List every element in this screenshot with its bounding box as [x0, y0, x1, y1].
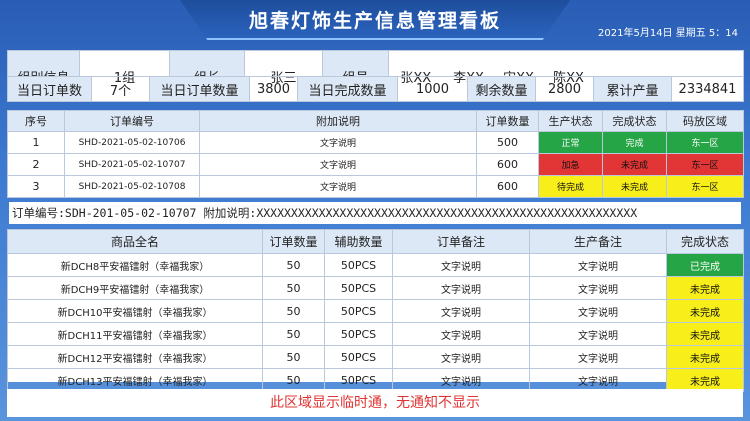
cell-done-status: 未完成 [602, 153, 667, 176]
cell-status: 未完成 [666, 276, 744, 300]
orders-panel: 序号 订单编号 附加说明 订单数量 生产状态 完成状态 码放区域 1 SHD-2… [7, 110, 744, 198]
cell-aux-qty: 50PCS [324, 322, 393, 346]
cell-area: 东一区 [666, 153, 744, 176]
cell-status: 未完成 [666, 299, 744, 323]
col-header-qty: 订单数量 [476, 110, 539, 132]
table-row[interactable]: 新DCH9平安福镭射（幸福我家） 50 50PCS 文字说明 文字说明 未完成 [7, 276, 744, 300]
cell-order-qty: 50 [262, 322, 325, 346]
cell-aux-qty: 50PCS [324, 276, 393, 300]
cell-status: 未完成 [666, 322, 744, 346]
today-done-value: 1000 [397, 76, 468, 102]
col-header-done-status: 完成状态 [602, 110, 667, 132]
page-title: 旭春灯饰生产信息管理看板 [248, 10, 501, 32]
col-header-aux-qty: 辅助数量 [324, 229, 393, 254]
col-header-order-no: 订单编号 [64, 110, 200, 132]
table-row[interactable]: 新DCH8平安福镭射（幸福我家） 50 50PCS 文字说明 文字说明 已完成 [7, 253, 744, 277]
cell-order-qty: 50 [262, 299, 325, 323]
col-header-seq: 序号 [7, 110, 65, 132]
today-done-label: 当日完成数量 [297, 76, 398, 102]
cell-order-note: 文字说明 [392, 345, 530, 369]
col-header-prod-note: 生产备注 [529, 229, 667, 254]
table-row[interactable]: 新DCH11平安福镭射（幸福我家） 50 50PCS 文字说明 文字说明 未完成 [7, 322, 744, 346]
col-header-area: 码放区域 [666, 110, 744, 132]
cell-note: 文字说明 [199, 131, 477, 154]
cell-seq: 1 [7, 131, 65, 154]
notice-banner: 此区域显示临时通，无通知不显示 [7, 389, 743, 417]
cell-prod-status: 加急 [538, 153, 603, 176]
cell-qty: 500 [476, 131, 539, 154]
today-qty-label: 当日订单数量 [149, 76, 250, 102]
cell-done-status: 完成 [602, 131, 667, 154]
cell-order-note: 文字说明 [392, 253, 530, 277]
cell-area: 东一区 [666, 131, 744, 154]
cell-order-no: SHD-2021-05-02-10708 [64, 175, 200, 198]
cell-order-note: 文字说明 [392, 299, 530, 323]
cell-note: 文字说明 [199, 153, 477, 176]
cell-order-no: SHD-2021-05-02-10707 [64, 153, 200, 176]
cell-area: 东一区 [666, 175, 744, 198]
cell-order-no: SHD-2021-05-02-10706 [64, 131, 200, 154]
cell-status: 已完成 [666, 253, 744, 277]
cell-order-note: 文字说明 [392, 276, 530, 300]
cell-aux-qty: 50PCS [324, 345, 393, 369]
today-qty-value: 3800 [249, 76, 298, 102]
cell-prod-status: 正常 [538, 131, 603, 154]
table-row[interactable]: 2 SHD-2021-05-02-10707 文字说明 600 加急 未完成 东… [7, 153, 744, 176]
order-detail-line: 订单编号:SDH-201-05-02-10707 附加说明:XXXXXXXXXX… [9, 202, 741, 224]
cell-product-name: 新DCH8平安福镭射（幸福我家） [7, 253, 263, 277]
cell-prod-note: 文字说明 [529, 322, 667, 346]
remaining-value: 2800 [535, 76, 594, 102]
table-row[interactable]: 3 SHD-2021-05-02-10708 文字说明 600 待完成 未完成 … [7, 175, 744, 198]
table-row[interactable]: 新DCH10平安福镭射（幸福我家） 50 50PCS 文字说明 文字说明 未完成 [7, 299, 744, 323]
cell-product-name: 新DCH9平安福镭射（幸福我家） [7, 276, 263, 300]
cell-qty: 600 [476, 153, 539, 176]
cell-prod-note: 文字说明 [529, 253, 667, 277]
cell-prod-note: 文字说明 [529, 299, 667, 323]
cell-note: 文字说明 [199, 175, 477, 198]
col-header-product-name: 商品全名 [7, 229, 263, 254]
group-info-panel: 组别信息 1组 组长 张三 组员 张XX 李XX 宋XX 陈XX 当日订单数 7… [7, 50, 744, 102]
table-row[interactable]: 1 SHD-2021-05-02-10706 文字说明 500 正常 完成 东一… [7, 131, 744, 154]
header-bar: 旭春灯饰生产信息管理看板 2021年5月14日 星期五 5：14 [0, 0, 750, 44]
cell-order-note: 文字说明 [392, 322, 530, 346]
cell-done-status: 未完成 [602, 175, 667, 198]
col-header-status: 完成状态 [666, 229, 744, 254]
products-panel: 商品全名 订单数量 辅助数量 订单备注 生产备注 完成状态 新DCH8平安福镭射… [7, 229, 744, 392]
cell-order-qty: 50 [262, 276, 325, 300]
col-header-order-note: 订单备注 [392, 229, 530, 254]
today-orders-value: 7个 [91, 76, 150, 102]
cell-qty: 600 [476, 175, 539, 198]
cell-aux-qty: 50PCS [324, 253, 393, 277]
table-row[interactable]: 新DCH12平安福镭射（幸福我家） 50 50PCS 文字说明 文字说明 未完成 [7, 345, 744, 369]
cell-prod-status: 待完成 [538, 175, 603, 198]
cell-product-name: 新DCH11平安福镭射（幸福我家） [7, 322, 263, 346]
cell-aux-qty: 50PCS [324, 299, 393, 323]
today-orders-label: 当日订单数 [7, 76, 92, 102]
cell-prod-note: 文字说明 [529, 345, 667, 369]
col-header-prod-status: 生产状态 [538, 110, 603, 132]
cell-prod-note: 文字说明 [529, 276, 667, 300]
cell-order-qty: 50 [262, 345, 325, 369]
cell-order-qty: 50 [262, 253, 325, 277]
cumulative-label: 累计产量 [593, 76, 672, 102]
remaining-label: 剩余数量 [467, 76, 536, 102]
cumulative-value: 2334841 [671, 76, 744, 102]
datetime-display: 2021年5月14日 星期五 5：14 [598, 28, 738, 39]
cell-product-name: 新DCH12平安福镭射（幸福我家） [7, 345, 263, 369]
col-header-order-qty: 订单数量 [262, 229, 325, 254]
cell-status: 未完成 [666, 345, 744, 369]
cell-seq: 2 [7, 153, 65, 176]
cell-product-name: 新DCH10平安福镭射（幸福我家） [7, 299, 263, 323]
cell-seq: 3 [7, 175, 65, 198]
col-header-note: 附加说明 [199, 110, 477, 132]
